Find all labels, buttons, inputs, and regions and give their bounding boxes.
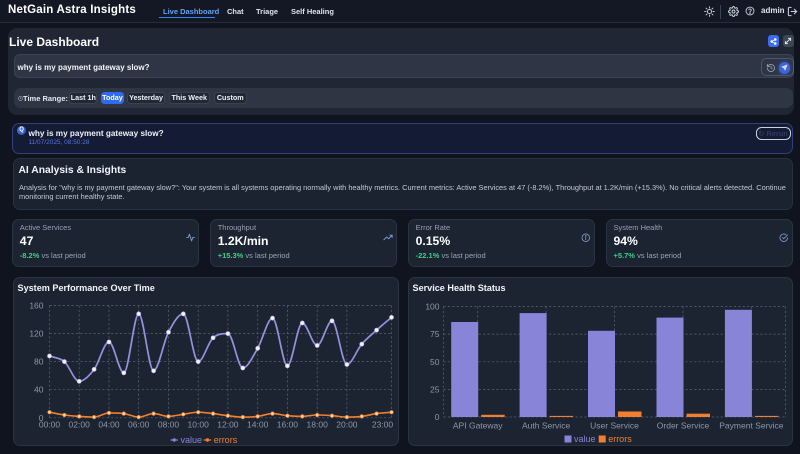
svg-text:12:00: 12:00 [217, 419, 239, 429]
svg-text:Order Service: Order Service [657, 420, 710, 430]
svg-text:10:00: 10:00 [188, 419, 210, 429]
svg-text:0: 0 [435, 412, 440, 422]
svg-text:40: 40 [34, 384, 44, 394]
svg-text:20:00: 20:00 [336, 419, 358, 429]
svg-text:04:00: 04:00 [98, 419, 120, 429]
svg-text:120: 120 [29, 328, 43, 338]
svg-text:API Gateway: API Gateway [453, 420, 503, 430]
svg-text:100: 100 [425, 301, 439, 311]
svg-text:23:00: 23:00 [372, 419, 394, 429]
svg-text:value: value [574, 434, 596, 444]
svg-text:Auth Service: Auth Service [522, 420, 570, 430]
svg-text:value: value [181, 435, 203, 445]
svg-text:User Service: User Service [590, 420, 639, 430]
svg-text:14:00: 14:00 [247, 419, 269, 429]
svg-text:18:00: 18:00 [307, 419, 329, 429]
svg-text:00:00: 00:00 [39, 419, 61, 429]
svg-text:16:00: 16:00 [277, 419, 299, 429]
svg-text:160: 160 [29, 300, 43, 310]
svg-text:50: 50 [430, 356, 440, 366]
svg-text:errors: errors [608, 434, 632, 444]
svg-text:75: 75 [430, 329, 440, 339]
svg-text:80: 80 [34, 356, 44, 366]
svg-text:08:00: 08:00 [158, 419, 180, 429]
svg-text:Payment Service: Payment Service [719, 420, 784, 430]
svg-text:25: 25 [430, 384, 440, 394]
svg-text:06:00: 06:00 [128, 419, 150, 429]
svg-text:errors: errors [214, 435, 238, 445]
svg-text:02:00: 02:00 [69, 419, 91, 429]
